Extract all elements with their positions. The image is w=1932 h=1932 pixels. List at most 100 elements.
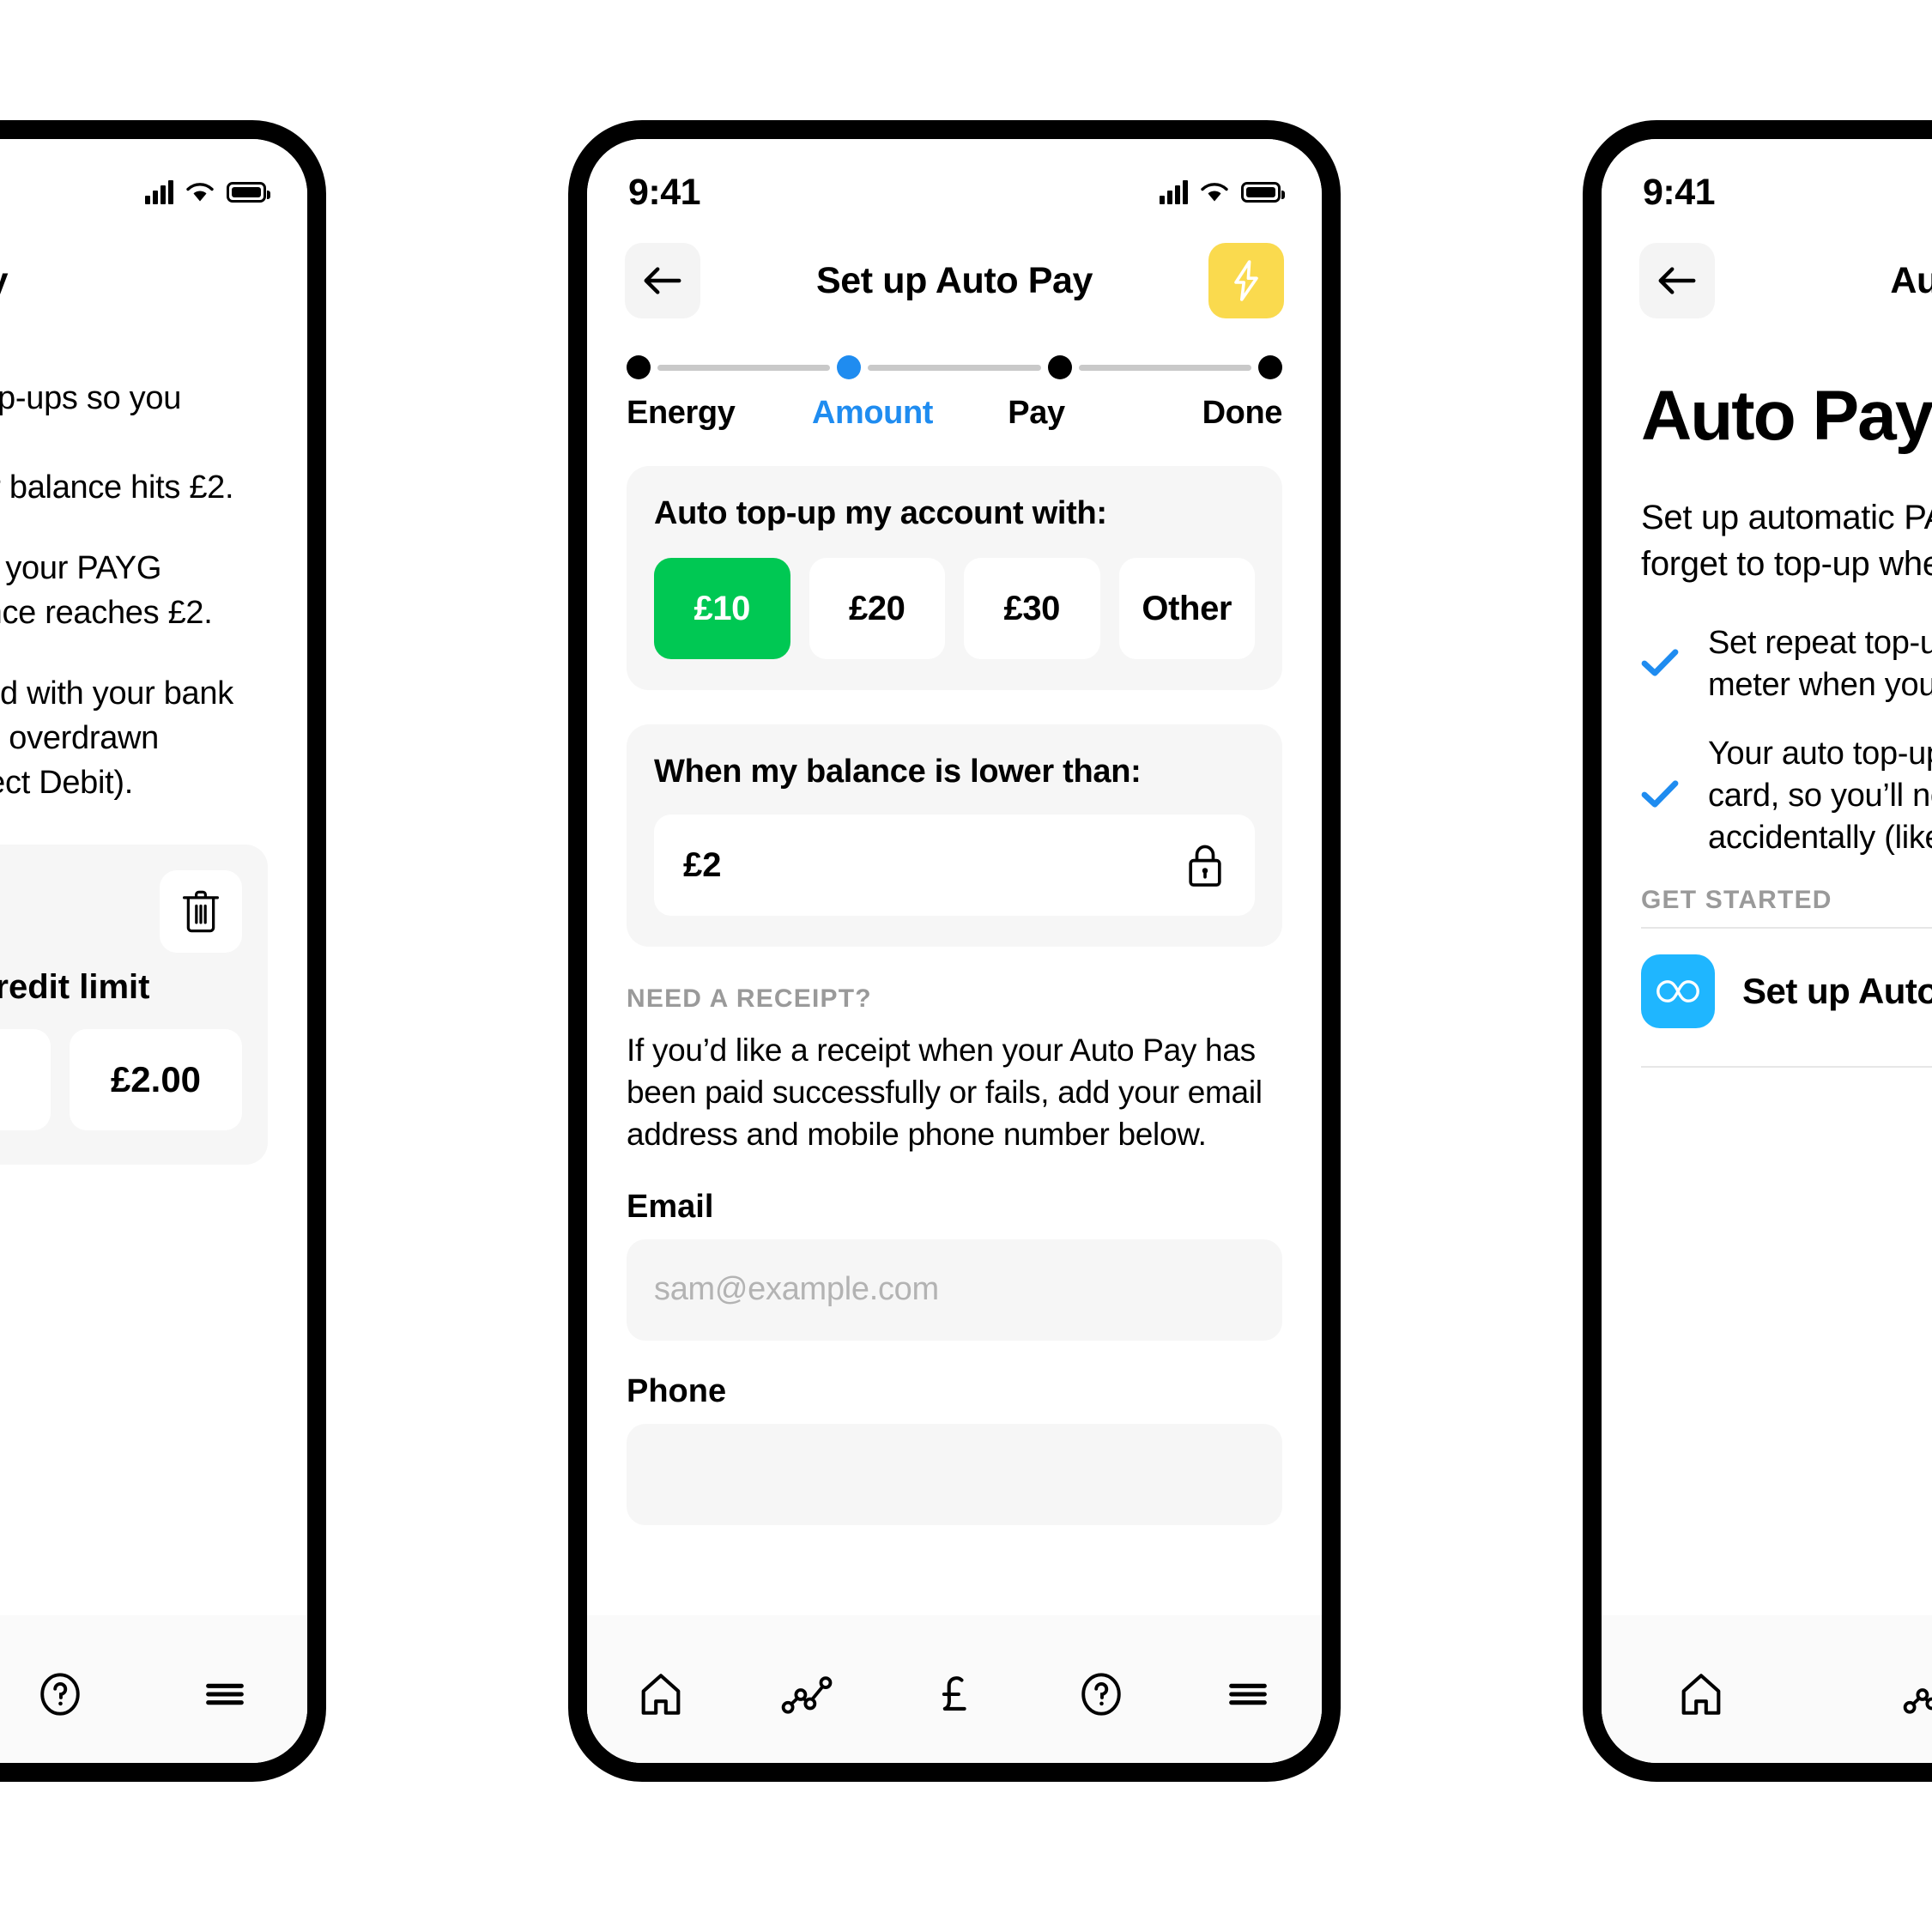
- email-input[interactable]: sam@example.com: [627, 1239, 1282, 1341]
- left-page-title: Auto Pay: [0, 260, 9, 302]
- mid-screen: 9:41 Set up Auto Pay Energy Amount Pay D…: [587, 139, 1322, 1763]
- boost-button[interactable]: [1208, 243, 1284, 318]
- lightning-bolt-icon: [1234, 260, 1258, 301]
- home-icon: [1681, 1674, 1721, 1715]
- mid-navbar: Set up Auto Pay: [587, 213, 1322, 324]
- phone-label: Phone: [627, 1372, 727, 1409]
- benefit-list: Set repeat top-ups for yo meter when you…: [1641, 622, 1932, 860]
- topup-amount-card: Auto top-up my account with: £10 £20 £30…: [627, 466, 1282, 690]
- step-label-pay[interactable]: Pay: [954, 395, 1118, 432]
- phone-right: 9:41 Auto Pay Auto Pay: [1583, 120, 1932, 1782]
- credit-limit-box-empty[interactable]: [0, 1029, 51, 1131]
- phone-middle: 9:41 Set up Auto Pay Energy Amount Pay D…: [568, 120, 1341, 1782]
- stepper-track: [627, 355, 1282, 379]
- check-icon: [1641, 648, 1679, 681]
- status-time: 9:41: [628, 171, 701, 213]
- right-status-bar: 9:41: [1602, 139, 1932, 213]
- amount-option-other[interactable]: Other: [1118, 558, 1255, 659]
- mid-status-bar: 9:41: [587, 139, 1322, 213]
- right-tabbar: [1602, 1615, 1932, 1763]
- credit-limit-row: £2.00: [0, 1029, 242, 1131]
- back-button[interactable]: [625, 243, 700, 318]
- tab-menu[interactable]: [173, 1647, 276, 1741]
- amount-option-30[interactable]: £30: [964, 558, 1100, 659]
- battery-icon: [1241, 182, 1285, 203]
- receipt-section: NEED A RECEIPT? If you’d like a receipt …: [627, 984, 1282, 1525]
- balance-threshold-field[interactable]: £2: [654, 815, 1255, 916]
- balance-threshold-title: When my balance is lower than:: [654, 754, 1142, 790]
- step-dot-pay[interactable]: [1047, 355, 1072, 379]
- tab-help[interactable]: [1050, 1647, 1153, 1741]
- left-status-bar: 9:41: [0, 139, 307, 213]
- step-dot-amount[interactable]: [837, 355, 862, 379]
- benefit-text: Your auto top-up is paid card, so you’ll…: [1708, 735, 1932, 857]
- signal-icon: [145, 180, 173, 204]
- trash-icon: [183, 891, 219, 933]
- amount-option-10[interactable]: £10: [654, 558, 790, 659]
- receipt-eyebrow: NEED A RECEIPT?: [627, 984, 872, 1013]
- signal-icon: [1160, 180, 1188, 204]
- credit-limit-value[interactable]: £2.00: [70, 1029, 242, 1131]
- left-paragraph-5: p-up is paid with your bank: [0, 675, 233, 712]
- benefit-item: Your auto top-up is paid card, so you’ll…: [1641, 733, 1932, 860]
- tab-home[interactable]: [609, 1647, 712, 1741]
- benefit-item: Set repeat top-ups for yo meter when you…: [1641, 622, 1932, 707]
- left-paragraph-6: ll never go overdrawn: [0, 720, 160, 757]
- help-icon: [40, 1673, 80, 1716]
- infinity-icon: [1641, 954, 1715, 1028]
- email-label: Email: [627, 1188, 714, 1225]
- mid-tabbar: [587, 1615, 1322, 1763]
- back-button[interactable]: [1639, 243, 1715, 318]
- status-icons: [1160, 180, 1285, 204]
- left-paragraph-3: op-ups for your PAYG: [0, 550, 162, 587]
- tab-home[interactable]: [1650, 1647, 1753, 1741]
- right-screen: 9:41 Auto Pay Auto Pay: [1602, 139, 1932, 1763]
- usage-chart-icon: [781, 1676, 833, 1714]
- left-tabbar: [0, 1615, 307, 1763]
- left-paragraph-4: your balance reaches £2.: [0, 595, 213, 632]
- delete-button[interactable]: [160, 870, 242, 954]
- wifi-icon: [1201, 183, 1228, 202]
- receipt-description: If you’d like a receipt when your Auto P…: [627, 1033, 1263, 1153]
- screenshot-stage: 9:41 Auto Pay c PAYG top-ups so you neve…: [0, 0, 1932, 1932]
- menu-icon: [206, 1683, 244, 1705]
- hero-title: Auto Pay: [1641, 377, 1932, 455]
- tab-usage[interactable]: [756, 1647, 859, 1741]
- status-time: 9:41: [1643, 171, 1716, 213]
- usage-chart-icon: [1903, 1688, 1932, 1714]
- help-icon: [1081, 1673, 1121, 1716]
- credit-limit-card: Credit limit £2.00: [0, 845, 268, 1166]
- home-icon: [641, 1674, 680, 1715]
- credit-limit-label: Credit limit: [0, 968, 150, 1007]
- menu-icon: [1229, 1683, 1268, 1705]
- step-label-done[interactable]: Done: [1118, 395, 1283, 432]
- balance-threshold-card: When my balance is lower than: £2: [627, 724, 1282, 947]
- tab-pound[interactable]: [903, 1647, 1006, 1741]
- tab-help[interactable]: [9, 1647, 112, 1741]
- lock-icon: [1189, 845, 1221, 887]
- topup-amount-options: £10 £20 £30 Other: [654, 558, 1255, 659]
- check-icon: [1641, 779, 1679, 813]
- right-navbar: Auto Pay: [1602, 213, 1932, 324]
- balance-threshold-value: £2: [683, 845, 722, 884]
- topup-amount-title: Auto top-up my account with:: [654, 495, 1107, 531]
- battery-icon: [227, 182, 270, 203]
- amount-option-20[interactable]: £20: [809, 558, 945, 659]
- left-paragraph-7: (like a Direct Debit).: [0, 765, 134, 802]
- step-dot-done[interactable]: [1257, 355, 1282, 379]
- left-navbar: Auto Pay: [0, 213, 307, 324]
- phone-left: 9:41 Auto Pay c PAYG top-ups so you neve…: [0, 120, 326, 1782]
- tab-menu[interactable]: [1196, 1647, 1299, 1741]
- step-segment-1: [657, 364, 831, 371]
- status-icons: [145, 180, 270, 204]
- step-label-amount[interactable]: Amount: [790, 395, 954, 432]
- phone-input[interactable]: [627, 1423, 1282, 1525]
- list-item-setup-auto-pay[interactable]: Set up Auto Pay: [1641, 929, 1932, 1054]
- step-dot-energy[interactable]: [627, 355, 651, 379]
- step-segment-2: [868, 364, 1041, 371]
- back-arrow-icon: [644, 267, 681, 294]
- stepper-labels: Energy Amount Pay Done: [627, 395, 1282, 432]
- benefit-text: Set repeat top-ups for yo meter when you…: [1708, 624, 1932, 704]
- step-label-energy[interactable]: Energy: [627, 395, 790, 432]
- tab-usage[interactable]: [1878, 1647, 1932, 1741]
